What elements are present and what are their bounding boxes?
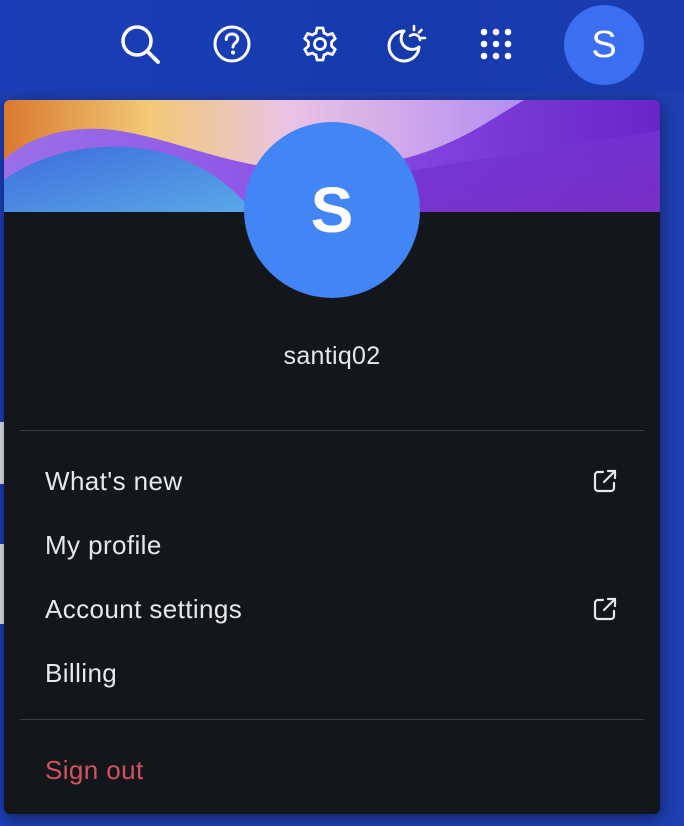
menu-divider-bottom — [20, 719, 644, 720]
apps-grid-button[interactable] — [474, 22, 518, 66]
menu-divider-top — [20, 430, 644, 431]
settings-icon — [303, 26, 337, 62]
menu-item-whats-new[interactable]: What's new — [4, 453, 660, 509]
menu-item-label: My profile — [45, 529, 162, 560]
search-icon — [121, 25, 160, 64]
menu-item-account-settings[interactable]: Account settings — [4, 581, 660, 637]
menu-item-billing[interactable]: Billing — [4, 645, 660, 701]
apps-grid-icon — [480, 28, 512, 60]
theme-toggle-button[interactable] — [384, 22, 428, 66]
theme-toggle-icon — [387, 24, 427, 63]
user-avatar-button[interactable]: S — [564, 5, 644, 85]
menu-item-label: Account settings — [45, 593, 243, 624]
help-icon — [213, 25, 251, 63]
search-button[interactable] — [118, 22, 162, 66]
help-button[interactable] — [210, 22, 254, 66]
menu-item-label: What's new — [45, 465, 183, 496]
sign-out-button[interactable]: Sign out — [4, 742, 660, 798]
menu-item-my-profile[interactable]: My profile — [4, 517, 660, 573]
profile-avatar: S — [244, 122, 420, 298]
external-link-icon — [593, 469, 617, 493]
menu-item-label: Billing — [45, 657, 118, 688]
username-label: santiq02 — [283, 342, 381, 370]
sign-out-label: Sign out — [45, 754, 144, 785]
settings-button[interactable] — [298, 22, 342, 66]
account-menu: S santiq02 What's new My profile Account… — [4, 100, 660, 814]
external-link-icon — [593, 597, 617, 621]
profile-avatar-initial: S — [310, 174, 354, 246]
avatar-initial: S — [591, 23, 617, 66]
top-app-bar: S — [0, 0, 684, 92]
